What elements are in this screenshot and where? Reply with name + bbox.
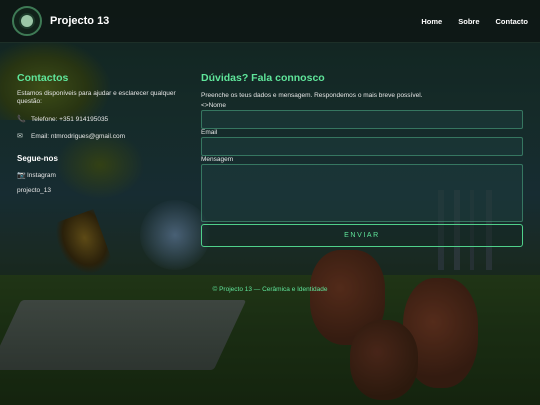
nav-contacto[interactable]: Contacto (496, 17, 529, 26)
contacts-title: Contactos (17, 72, 69, 84)
instagram-link[interactable]: 📷 Instagram (17, 171, 187, 180)
brand-name[interactable]: Projecto 13 (50, 15, 109, 27)
phone-icon: 📞 (17, 116, 26, 123)
envelope-icon: ✉ (17, 133, 23, 140)
contacts-intro: Estamos disponíveis para ajudar e esclar… (17, 90, 176, 105)
message-textarea[interactable] (201, 164, 523, 222)
instagram-handle: projecto_13 (17, 187, 51, 194)
message-label: Mensagem (201, 156, 234, 163)
contact-form: Dúvidas? Fala connosco Preenche os teus … (201, 72, 523, 247)
email-input[interactable] (201, 137, 523, 156)
instagram-label[interactable]: Instagram (27, 172, 56, 179)
email-label: Email (201, 129, 218, 136)
footer-text: © Projecto 13 — Cerâmica e Identidade (212, 286, 328, 293)
nav-sobre[interactable]: Sobre (458, 17, 479, 26)
phone-text: Telefone: +351 914195035 (31, 115, 109, 123)
camera-icon: 📷 (17, 172, 26, 179)
contacts-panel: Contactos Estamos disponíveis para ajuda… (17, 72, 187, 194)
phone-row: 📞 Telefone: +351 914195035 (17, 115, 187, 124)
follow-title: Segue-nos (17, 154, 58, 163)
nav-home[interactable]: Home (421, 17, 442, 26)
email-row: ✉ Email: ntmrodrigues@gmail.com (17, 132, 187, 141)
email-text[interactable]: Email: ntmrodrigues@gmail.com (31, 133, 125, 140)
form-title: Dúvidas? Fala connosco (201, 72, 325, 84)
name-input[interactable] (201, 110, 523, 129)
send-button[interactable]: ENVIAR (201, 224, 523, 247)
site-header: Projecto 13 Home Sobre Contacto (0, 0, 540, 43)
logo-icon[interactable] (12, 6, 42, 36)
name-label: <>Nome (201, 102, 226, 109)
form-subtitle: Preenche os teus dados e mensagem. Respo… (201, 92, 423, 99)
main-nav: Home Sobre Contacto (421, 17, 528, 26)
main-content: Contactos Estamos disponíveis para ajuda… (0, 42, 540, 405)
